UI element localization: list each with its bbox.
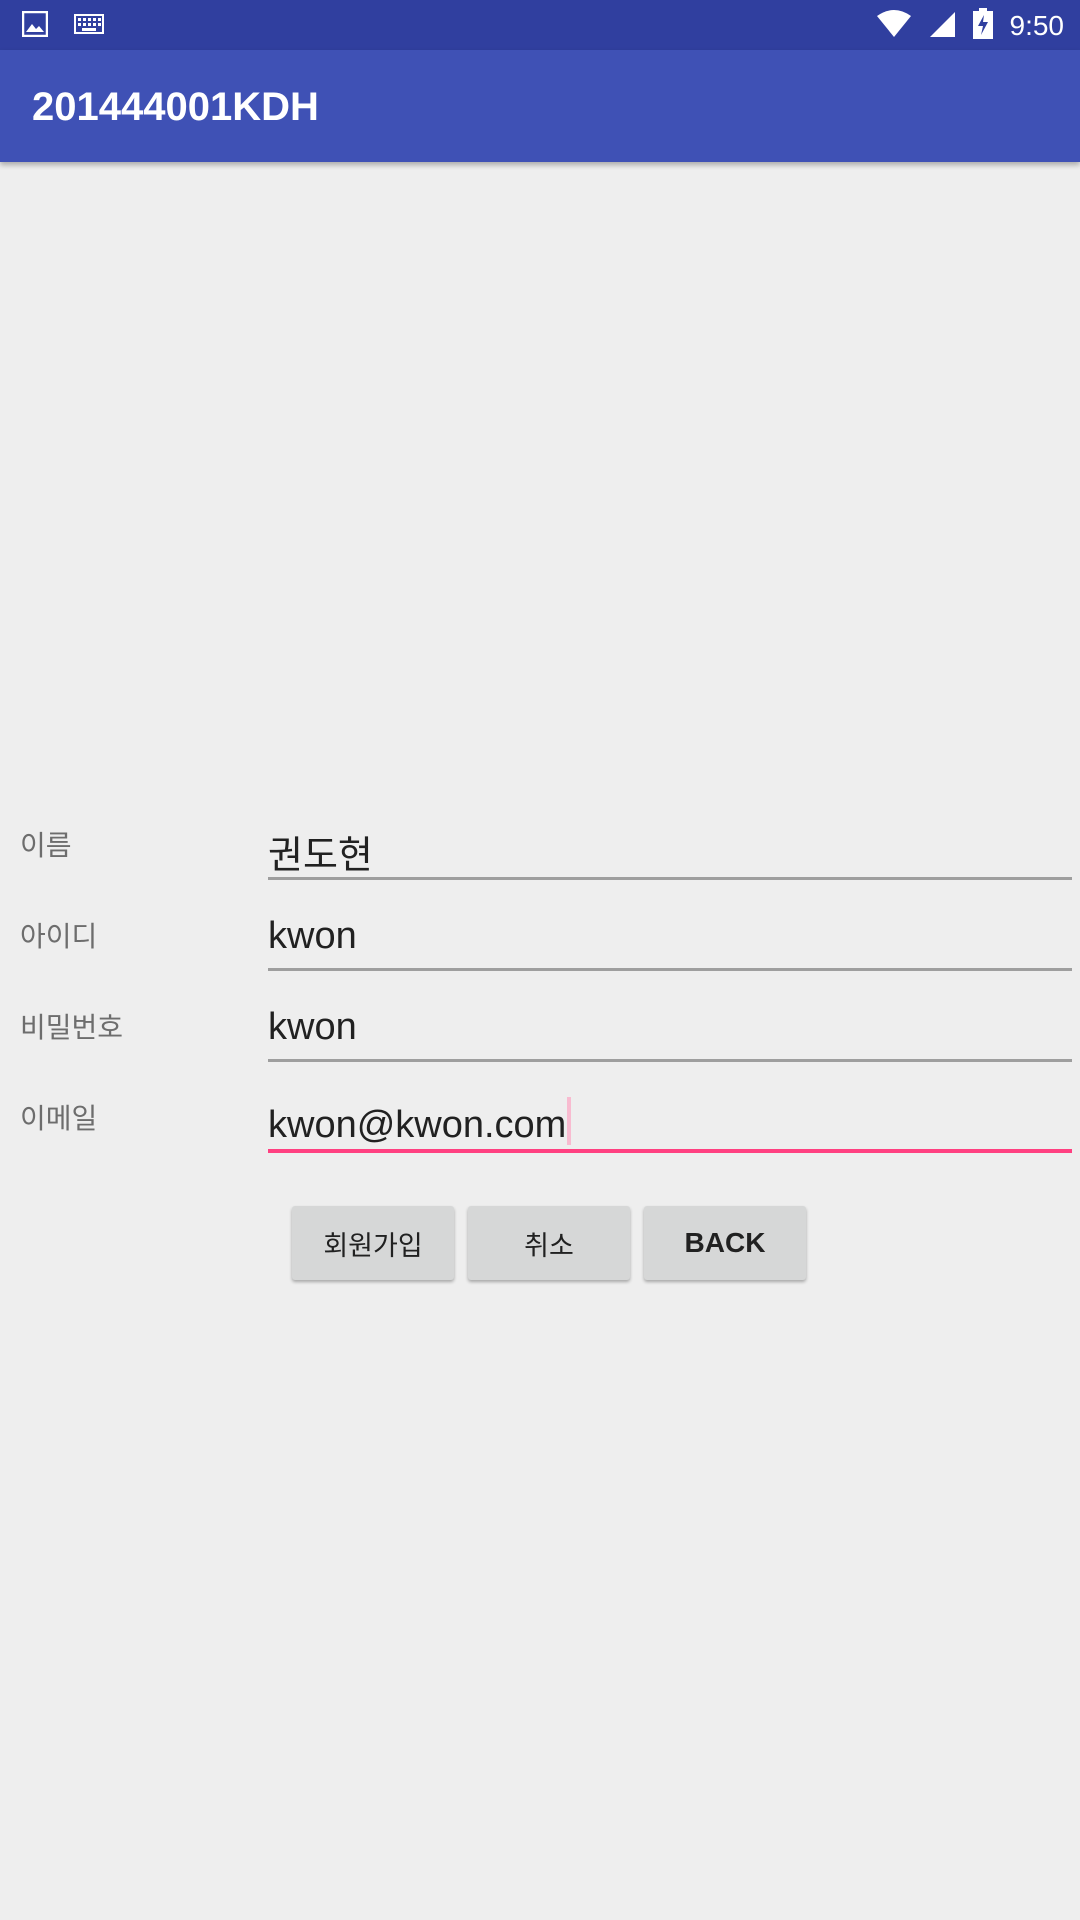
password-input[interactable]: kwon	[268, 998, 1072, 1062]
email-label: 이메일	[20, 1102, 98, 1135]
email-input-value: kwon@kwon.com	[268, 1104, 567, 1146]
keyboard-icon	[74, 14, 104, 38]
battery-charging-icon	[972, 8, 994, 44]
name-input[interactable]: 권도현	[268, 816, 1072, 880]
name-input-value: 권도현	[268, 835, 373, 877]
status-right-icons: 9:50	[876, 8, 1065, 44]
id-input[interactable]: kwon	[268, 907, 1072, 971]
email-input[interactable]: kwon@kwon.com	[268, 1089, 1072, 1153]
signup-form: 이름 권도현 아이디 kwon 비밀번호 kwon 이메일 kwon@kwon.…	[0, 808, 1080, 1172]
email-input-wrapper: kwon@kwon.com	[268, 1097, 572, 1147]
id-row: 아이디 kwon	[0, 899, 1080, 990]
app-title: 201444001KDH	[32, 85, 319, 129]
status-left-icons	[21, 10, 104, 41]
id-input-value: kwon	[268, 915, 357, 957]
email-row: 이메일 kwon@kwon.com	[0, 1081, 1080, 1172]
name-label: 이름	[20, 829, 72, 862]
password-input-value: kwon	[268, 1006, 357, 1048]
app-bar: 201444001KDH	[0, 50, 1080, 162]
gallery-icon	[21, 10, 49, 41]
button-row: 회원가입 취소 BACK	[292, 1206, 806, 1280]
status-bar: 9:50	[0, 0, 1080, 50]
password-label: 비밀번호	[20, 1011, 124, 1044]
text-cursor	[567, 1097, 572, 1145]
wifi-icon	[876, 10, 912, 42]
cellular-signal-icon	[928, 10, 956, 42]
name-row: 이름 권도현	[0, 808, 1080, 899]
id-label: 아이디	[20, 920, 98, 953]
cancel-button[interactable]: 취소	[468, 1206, 630, 1280]
status-time: 9:50	[1009, 10, 1065, 41]
signup-button[interactable]: 회원가입	[292, 1206, 454, 1280]
back-button[interactable]: BACK	[644, 1206, 806, 1280]
password-row: 비밀번호 kwon	[0, 990, 1080, 1081]
